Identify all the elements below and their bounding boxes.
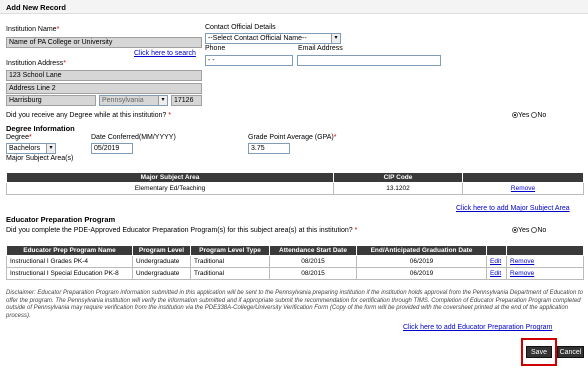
- institution-name-field: Name of PA College or University: [6, 37, 202, 48]
- col-major-subject: Major Subject Area: [6, 172, 334, 183]
- chevron-down-icon: ▾: [331, 34, 340, 43]
- contact-official-select[interactable]: --Select Contact Official Name-- ▾: [205, 33, 341, 44]
- col-edit: [486, 245, 507, 256]
- major-subject-table: Major Subject Area CIP Code Elementary E…: [6, 172, 584, 195]
- col-start-date: Attendance Start Date: [269, 245, 357, 256]
- col-program-level-type: Program Level Type: [190, 245, 270, 256]
- edu-prep-question: Did you complete the PDE-Approved Educat…: [6, 227, 358, 234]
- col-remove: [506, 245, 584, 256]
- address-line2-field: Address Line 2: [6, 83, 202, 94]
- col-cip-code: CIP Code: [333, 172, 463, 183]
- col-program-name: Educator Prep Program Name: [6, 245, 133, 256]
- start-date-cell: 08/2015: [269, 255, 357, 268]
- degree-yes-no: Yes No: [512, 112, 546, 119]
- add-edu-prep-link[interactable]: Click here to add Educator Preparation P…: [403, 324, 552, 331]
- end-date-cell: 06/2019: [356, 255, 487, 268]
- add-major-link[interactable]: Click here to add Major Subject Area: [456, 205, 570, 212]
- chevron-down-icon: ▾: [158, 96, 167, 105]
- address-line1-field: 123 School Lane: [6, 70, 202, 81]
- table-header-row: Major Subject Area CIP Code: [6, 172, 584, 183]
- col-action: [462, 172, 584, 183]
- edit-program-link[interactable]: Edit: [490, 270, 501, 277]
- gpa-label: Grade Point Average (GPA)*: [248, 134, 337, 141]
- col-end-date: End/Anticipated Graduation Date: [356, 245, 487, 256]
- table-row: Instructional I Grades PK-4 Undergraduat…: [6, 255, 584, 268]
- edu-prep-title: Educator Preparation Program: [6, 215, 116, 224]
- edit-program-link[interactable]: Edit: [490, 258, 501, 265]
- start-date-cell: 08/2015: [269, 267, 357, 280]
- remove-program-link[interactable]: Remove: [510, 258, 534, 265]
- degree-label: Degree*: [6, 134, 32, 141]
- program-type-cell: Traditional: [190, 255, 270, 268]
- institution-address-label: Institution Address*: [6, 60, 66, 67]
- table-row: Instructional I Special Education PK-8 U…: [6, 267, 584, 280]
- program-level-cell: Undergraduate: [132, 255, 191, 268]
- chevron-down-icon: ▾: [46, 144, 55, 153]
- cancel-button[interactable]: Cancel: [557, 346, 584, 358]
- remove-major-link[interactable]: Remove: [511, 185, 535, 192]
- date-conferred-label: Date Conferred(MM/YYYY): [91, 134, 176, 141]
- phone-input[interactable]: - -: [205, 55, 293, 66]
- table-row: Elementary Ed/Teaching 13.1202 Remove: [6, 182, 584, 195]
- contact-official-label: Contact Official Details: [205, 24, 276, 31]
- phone-label: Phone: [205, 45, 226, 52]
- state-select: Pennsylvania ▾: [99, 95, 168, 106]
- major-area-cell: Elementary Ed/Teaching: [6, 182, 334, 195]
- zip-field: 17126: [171, 95, 202, 106]
- degree-info-title: Degree Information: [6, 124, 75, 133]
- gpa-input[interactable]: 3.75: [248, 143, 290, 154]
- edu-prep-yes-no: Yes No: [512, 227, 546, 234]
- date-conferred-input[interactable]: 05/2019: [91, 143, 133, 154]
- form-header: Add New Record: [0, 0, 588, 14]
- col-program-level: Program Level: [132, 245, 191, 256]
- program-name-cell: Instructional I Special Education PK-8: [6, 267, 133, 280]
- email-input[interactable]: [297, 55, 441, 66]
- degree-question: Did you receive any Degree while at this…: [6, 112, 171, 119]
- table-header-row: Educator Prep Program Name Program Level…: [6, 245, 584, 256]
- institution-name-label: Institution Name*: [6, 26, 60, 33]
- city-field: Harrisburg: [6, 95, 96, 106]
- email-label: Email Address: [298, 45, 343, 52]
- remove-program-link[interactable]: Remove: [510, 270, 534, 277]
- program-level-cell: Undergraduate: [132, 267, 191, 280]
- major-subject-label: Major Subject Area(s): [6, 155, 74, 162]
- program-type-cell: Traditional: [190, 267, 270, 280]
- cip-code-cell: 13.1202: [333, 182, 463, 195]
- degree-select[interactable]: Bachelors ▾: [6, 143, 56, 154]
- disclaimer-text: Disclaimer: Educator Preparation Program…: [6, 290, 583, 319]
- program-name-cell: Instructional I Grades PK-4: [6, 255, 133, 268]
- end-date-cell: 06/2019: [356, 267, 487, 280]
- form-title: Add New Record: [6, 3, 67, 12]
- search-institution-link[interactable]: Click here to search: [134, 50, 196, 57]
- save-button[interactable]: Save: [526, 346, 552, 358]
- edu-prep-table: Educator Prep Program Name Program Level…: [6, 245, 584, 280]
